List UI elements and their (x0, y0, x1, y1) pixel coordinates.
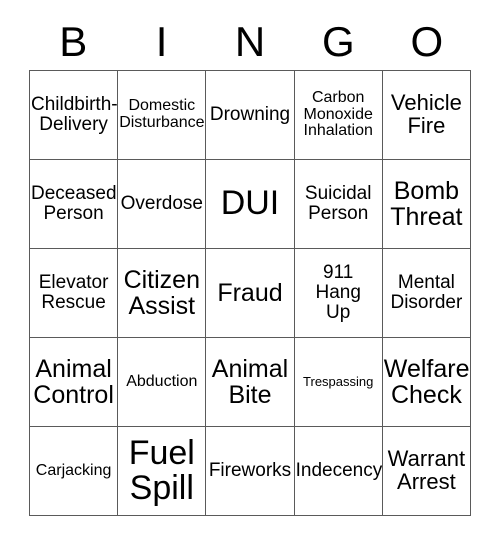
bingo-cell-label: Welfare Check (383, 355, 470, 409)
bingo-cell[interactable]: Vehicle Fire (382, 71, 471, 160)
bingo-cell-label: Overdose (120, 193, 203, 215)
header-letter-i: I (155, 18, 168, 65)
bingo-cell-label: Mental Disorder (390, 272, 463, 313)
bingo-cell[interactable]: Suicidal Person (294, 160, 383, 249)
bingo-cell-label: Citizen Assist (123, 266, 200, 320)
bingo-cell-label: Vehicle Fire (390, 90, 462, 138)
header-letter-b: B (59, 18, 88, 65)
bingo-cell[interactable]: Fuel Spill (118, 427, 207, 516)
bingo-cell[interactable]: Carjacking (30, 427, 119, 516)
bingo-card: B I N G O Childbirth- Delivery Domestic … (29, 14, 471, 516)
bingo-cell[interactable]: Domestic Disturbance (118, 71, 207, 160)
bingo-grid: Childbirth- Delivery Domestic Disturbanc… (29, 70, 471, 516)
bingo-cell-label: Carbon Monoxide Inhalation (303, 89, 373, 140)
bingo-cell-label: Warrant Arrest (387, 446, 466, 494)
bingo-cell-label: Suicidal Person (304, 183, 372, 224)
bingo-cell-label: Drowning (209, 104, 291, 126)
bingo-cell-label: 911 Hang Up (315, 262, 361, 323)
bingo-cell[interactable]: Fraud (206, 249, 295, 338)
header-letter-n: N (234, 18, 266, 65)
bingo-cell-label: Fraud (217, 279, 283, 307)
bingo-cell-label: Animal Bite (211, 355, 289, 409)
bingo-cell[interactable]: Trespassing (294, 338, 383, 427)
header-letter-g: G (322, 18, 355, 65)
bingo-cell[interactable]: DUI (206, 160, 295, 249)
bingo-cell-label: Elevator Rescue (38, 272, 109, 313)
bingo-cell[interactable]: Elevator Rescue (30, 249, 119, 338)
bingo-cell[interactable]: Welfare Check (382, 338, 471, 427)
bingo-header: B I N G O (29, 14, 471, 70)
bingo-cell[interactable]: Animal Bite (206, 338, 295, 427)
bingo-cell-label: Abduction (126, 372, 198, 390)
bingo-cell[interactable]: Animal Control (30, 338, 119, 427)
bingo-cell-label: Bomb Threat (390, 177, 463, 231)
bingo-cell[interactable]: 911 Hang Up (294, 249, 383, 338)
bingo-cell[interactable]: Bomb Threat (382, 160, 471, 249)
bingo-cell[interactable]: Deceased Person (30, 160, 119, 249)
bingo-cell[interactable]: Drowning (206, 71, 295, 160)
bingo-cell[interactable]: Childbirth- Delivery (30, 71, 119, 160)
bingo-cell-label: Fireworks (208, 460, 292, 482)
bingo-cell[interactable]: Indecency (294, 427, 383, 516)
header-letter-o: O (410, 18, 444, 65)
bingo-cell-label: Carjacking (35, 461, 112, 479)
bingo-cell-label: Indecency (295, 460, 383, 482)
bingo-cell[interactable]: Overdose (118, 160, 207, 249)
bingo-cell-label: Animal Control (33, 355, 114, 409)
bingo-cell-label: Fuel Spill (128, 433, 195, 507)
bingo-cell-label: Deceased Person (31, 183, 117, 224)
bingo-cell-label: Childbirth- Delivery (31, 94, 118, 135)
bingo-cell[interactable]: Abduction (118, 338, 207, 427)
bingo-cell[interactable]: Carbon Monoxide Inhalation (294, 71, 383, 160)
bingo-cell-label: DUI (220, 184, 280, 223)
bingo-cell-label: Trespassing (303, 374, 374, 390)
bingo-cell[interactable]: Fireworks (206, 427, 295, 516)
bingo-cell[interactable]: Warrant Arrest (382, 427, 471, 516)
bingo-cell[interactable]: Mental Disorder (382, 249, 471, 338)
bingo-cell[interactable]: Citizen Assist (118, 249, 207, 338)
bingo-cell-label: Domestic Disturbance (119, 97, 205, 131)
